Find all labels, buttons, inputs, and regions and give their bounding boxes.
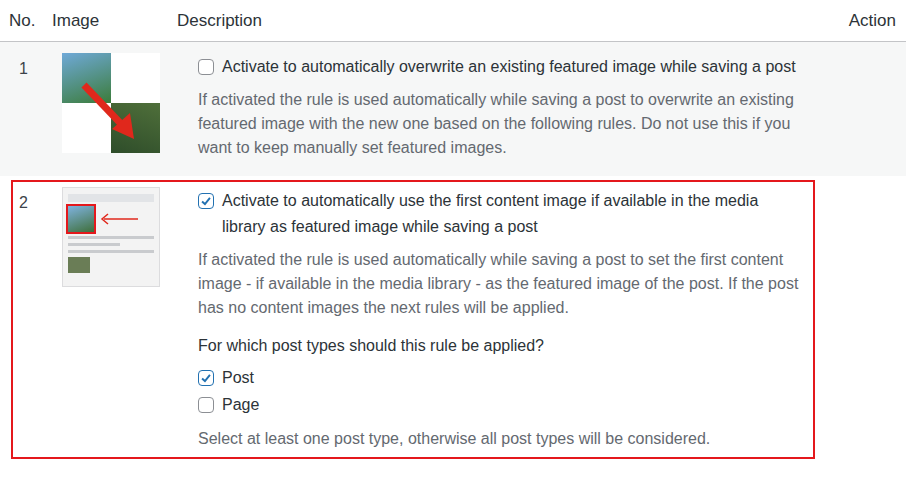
rule-checkbox[interactable]: Activate to automatically use the first … bbox=[198, 188, 803, 240]
check-icon bbox=[199, 194, 213, 208]
rule-checkbox[interactable]: Activate to automatically overwrite an e… bbox=[198, 54, 803, 80]
post-type-question: For which post types should this rule be… bbox=[198, 334, 803, 358]
table-row: 1 Activate to automatically overwrite an … bbox=[0, 42, 906, 176]
checkbox[interactable] bbox=[198, 193, 214, 209]
rules-table: No.ImageDescriptionAction 1 Activate to au… bbox=[0, 0, 906, 469]
rule-description: If activated the rule is used automatica… bbox=[198, 88, 803, 160]
row-number: 2 bbox=[13, 182, 62, 457]
post-type-checkbox[interactable]: Post bbox=[198, 366, 803, 390]
arrow-icon bbox=[98, 213, 138, 225]
action-cell bbox=[815, 42, 906, 176]
checkbox[interactable] bbox=[198, 370, 214, 386]
image-cell bbox=[62, 48, 188, 166]
check-icon bbox=[199, 371, 213, 385]
table-header: No.ImageDescriptionAction bbox=[0, 0, 906, 42]
description-cell: Activate to automatically overwrite an e… bbox=[188, 48, 813, 166]
arrow-icon bbox=[62, 53, 160, 153]
row-number: 1 bbox=[13, 48, 62, 166]
rule-box: 2 Activate to automatically use the first… bbox=[11, 180, 815, 459]
column-header: Image bbox=[52, 11, 177, 31]
image-cell bbox=[62, 182, 188, 457]
checkbox[interactable] bbox=[198, 397, 214, 413]
post-type-list: Post Page bbox=[198, 366, 803, 417]
description-cell: Activate to automatically use the first … bbox=[188, 182, 813, 457]
action-cell bbox=[815, 176, 906, 469]
rule-thumbnail bbox=[62, 53, 160, 153]
column-header: No. bbox=[0, 11, 52, 31]
column-header: Action bbox=[849, 11, 906, 31]
rule-thumbnail bbox=[62, 187, 160, 287]
rule-description: If activated the rule is used automatica… bbox=[198, 248, 803, 320]
column-header: Description bbox=[177, 11, 849, 31]
post-type-checkbox[interactable]: Page bbox=[198, 393, 803, 417]
rule-box: 1 Activate to automatically overwrite an … bbox=[11, 46, 815, 168]
table-row: 2 Activate to automatically use the first… bbox=[0, 176, 906, 469]
checkbox[interactable] bbox=[198, 59, 214, 75]
post-type-hint: Select at least one post type, otherwise… bbox=[198, 427, 803, 451]
